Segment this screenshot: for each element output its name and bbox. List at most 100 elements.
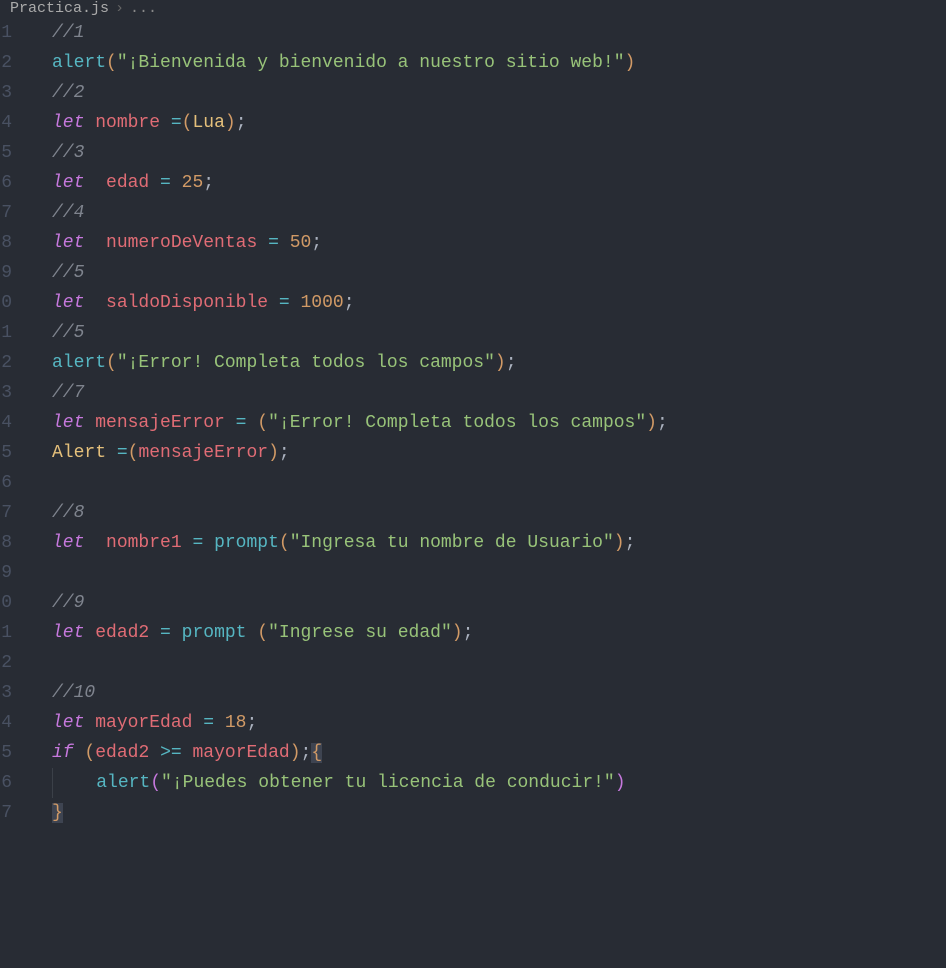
line-number: 0 <box>0 588 12 618</box>
keyword: let <box>52 623 84 643</box>
function-call: prompt <box>214 533 279 553</box>
code-line[interactable]: alert("¡Error! Completa todos los campos… <box>52 348 946 378</box>
code-line[interactable]: //9 <box>52 588 946 618</box>
code-line[interactable] <box>52 468 946 498</box>
code-line[interactable]: let nombre =(Lua); <box>52 108 946 138</box>
identifier: Alert <box>52 443 106 463</box>
variable: edad2 <box>95 743 149 763</box>
number: 1000 <box>300 293 343 313</box>
comment: //5 <box>52 263 84 283</box>
code-line[interactable]: //7 <box>52 378 946 408</box>
code-line[interactable] <box>52 648 946 678</box>
breadcrumb[interactable]: Practica.js › ... <box>0 0 946 18</box>
semicolon: ; <box>344 293 355 313</box>
keyword-if: if <box>52 743 74 763</box>
variable: nombre <box>95 113 160 133</box>
code-line[interactable]: //5 <box>52 258 946 288</box>
keyword: let <box>52 293 84 313</box>
code-line[interactable]: let saldoDisponible = 1000; <box>52 288 946 318</box>
operator: = <box>192 533 203 553</box>
paren: ) <box>290 743 301 763</box>
line-number-gutter: 1 2 3 4 5 6 7 8 9 0 1 2 3 4 5 6 7 8 9 0 … <box>0 18 18 828</box>
operator: >= <box>160 743 182 763</box>
string: "Ingresa tu nombre de Usuario" <box>290 533 614 553</box>
function-call: alert <box>96 773 150 793</box>
paren: ( <box>182 113 193 133</box>
code-line[interactable]: //10 <box>52 678 946 708</box>
comment: //4 <box>52 203 84 223</box>
code-line[interactable]: //4 <box>52 198 946 228</box>
keyword: let <box>52 533 84 553</box>
code-line[interactable]: //1 <box>52 18 946 48</box>
code-area[interactable]: //1 alert("¡Bienvenida y bienvenido a nu… <box>18 18 946 828</box>
code-line[interactable]: let mayorEdad = 18; <box>52 708 946 738</box>
operator: = <box>160 173 171 193</box>
paren: ) <box>646 413 657 433</box>
code-line[interactable]: if (edad2 >= mayorEdad);{ <box>52 738 946 768</box>
keyword: let <box>52 233 84 253</box>
code-line[interactable]: //3 <box>52 138 946 168</box>
indent-guide <box>52 768 53 798</box>
paren: ( <box>150 773 161 793</box>
paren: ( <box>106 53 117 73</box>
semicolon: ; <box>463 623 474 643</box>
operator: = <box>203 713 214 733</box>
operator: = <box>268 233 279 253</box>
line-number: 3 <box>0 78 12 108</box>
breadcrumb-rest[interactable]: ... <box>130 2 157 16</box>
code-line[interactable]: alert("¡Puedes obtener tu licencia de co… <box>52 768 946 798</box>
breadcrumb-file[interactable]: Practica.js <box>10 2 109 16</box>
code-line[interactable]: let edad = 25; <box>52 168 946 198</box>
line-number: 5 <box>0 438 12 468</box>
paren: ) <box>225 113 236 133</box>
line-number: 9 <box>0 558 12 588</box>
semicolon: ; <box>311 233 322 253</box>
code-line[interactable]: } <box>52 798 946 828</box>
code-line[interactable]: //8 <box>52 498 946 528</box>
paren: ) <box>268 443 279 463</box>
paren: ( <box>128 443 139 463</box>
keyword: let <box>52 713 84 733</box>
variable: saldoDisponible <box>106 293 268 313</box>
code-line[interactable]: let edad2 = prompt ("Ingrese su edad"); <box>52 618 946 648</box>
code-line[interactable]: Alert =(mensajeError); <box>52 438 946 468</box>
comment: //8 <box>52 503 84 523</box>
code-line[interactable]: alert("¡Bienvenida y bienvenido a nuestr… <box>52 48 946 78</box>
line-number: 6 <box>0 468 12 498</box>
line-number: 2 <box>0 648 12 678</box>
code-line[interactable]: //5 <box>52 318 946 348</box>
semicolon: ; <box>625 533 636 553</box>
paren: ) <box>614 533 625 553</box>
variable: edad <box>106 173 149 193</box>
code-line[interactable]: let mensajeError = ("¡Error! Completa to… <box>52 408 946 438</box>
variable: mayorEdad <box>95 713 192 733</box>
paren: ( <box>257 623 268 643</box>
comment: //7 <box>52 383 84 403</box>
code-line[interactable]: //2 <box>52 78 946 108</box>
string: "¡Bienvenida y bienvenido a nuestro siti… <box>117 53 625 73</box>
code-line[interactable] <box>52 558 946 588</box>
brace: } <box>52 803 63 823</box>
semicolon: ; <box>301 743 312 763</box>
line-number: 1 <box>0 318 12 348</box>
semicolon: ; <box>506 353 517 373</box>
number: 50 <box>290 233 312 253</box>
code-line[interactable]: let nombre1 = prompt("Ingresa tu nombre … <box>52 528 946 558</box>
line-number: 8 <box>0 528 12 558</box>
semicolon: ; <box>246 713 257 733</box>
operator: = <box>236 413 247 433</box>
keyword: let <box>52 113 84 133</box>
comment: //2 <box>52 83 84 103</box>
brace: { <box>311 743 322 763</box>
variable: mensajeError <box>138 443 268 463</box>
line-number: 8 <box>0 228 12 258</box>
line-number: 7 <box>0 198 12 228</box>
editor[interactable]: 1 2 3 4 5 6 7 8 9 0 1 2 3 4 5 6 7 8 9 0 … <box>0 18 946 828</box>
line-number: 4 <box>0 108 12 138</box>
line-number: 0 <box>0 288 12 318</box>
paren: ) <box>625 53 636 73</box>
code-line[interactable]: let numeroDeVentas = 50; <box>52 228 946 258</box>
line-number: 7 <box>0 498 12 528</box>
line-number: 9 <box>0 258 12 288</box>
paren: ( <box>279 533 290 553</box>
